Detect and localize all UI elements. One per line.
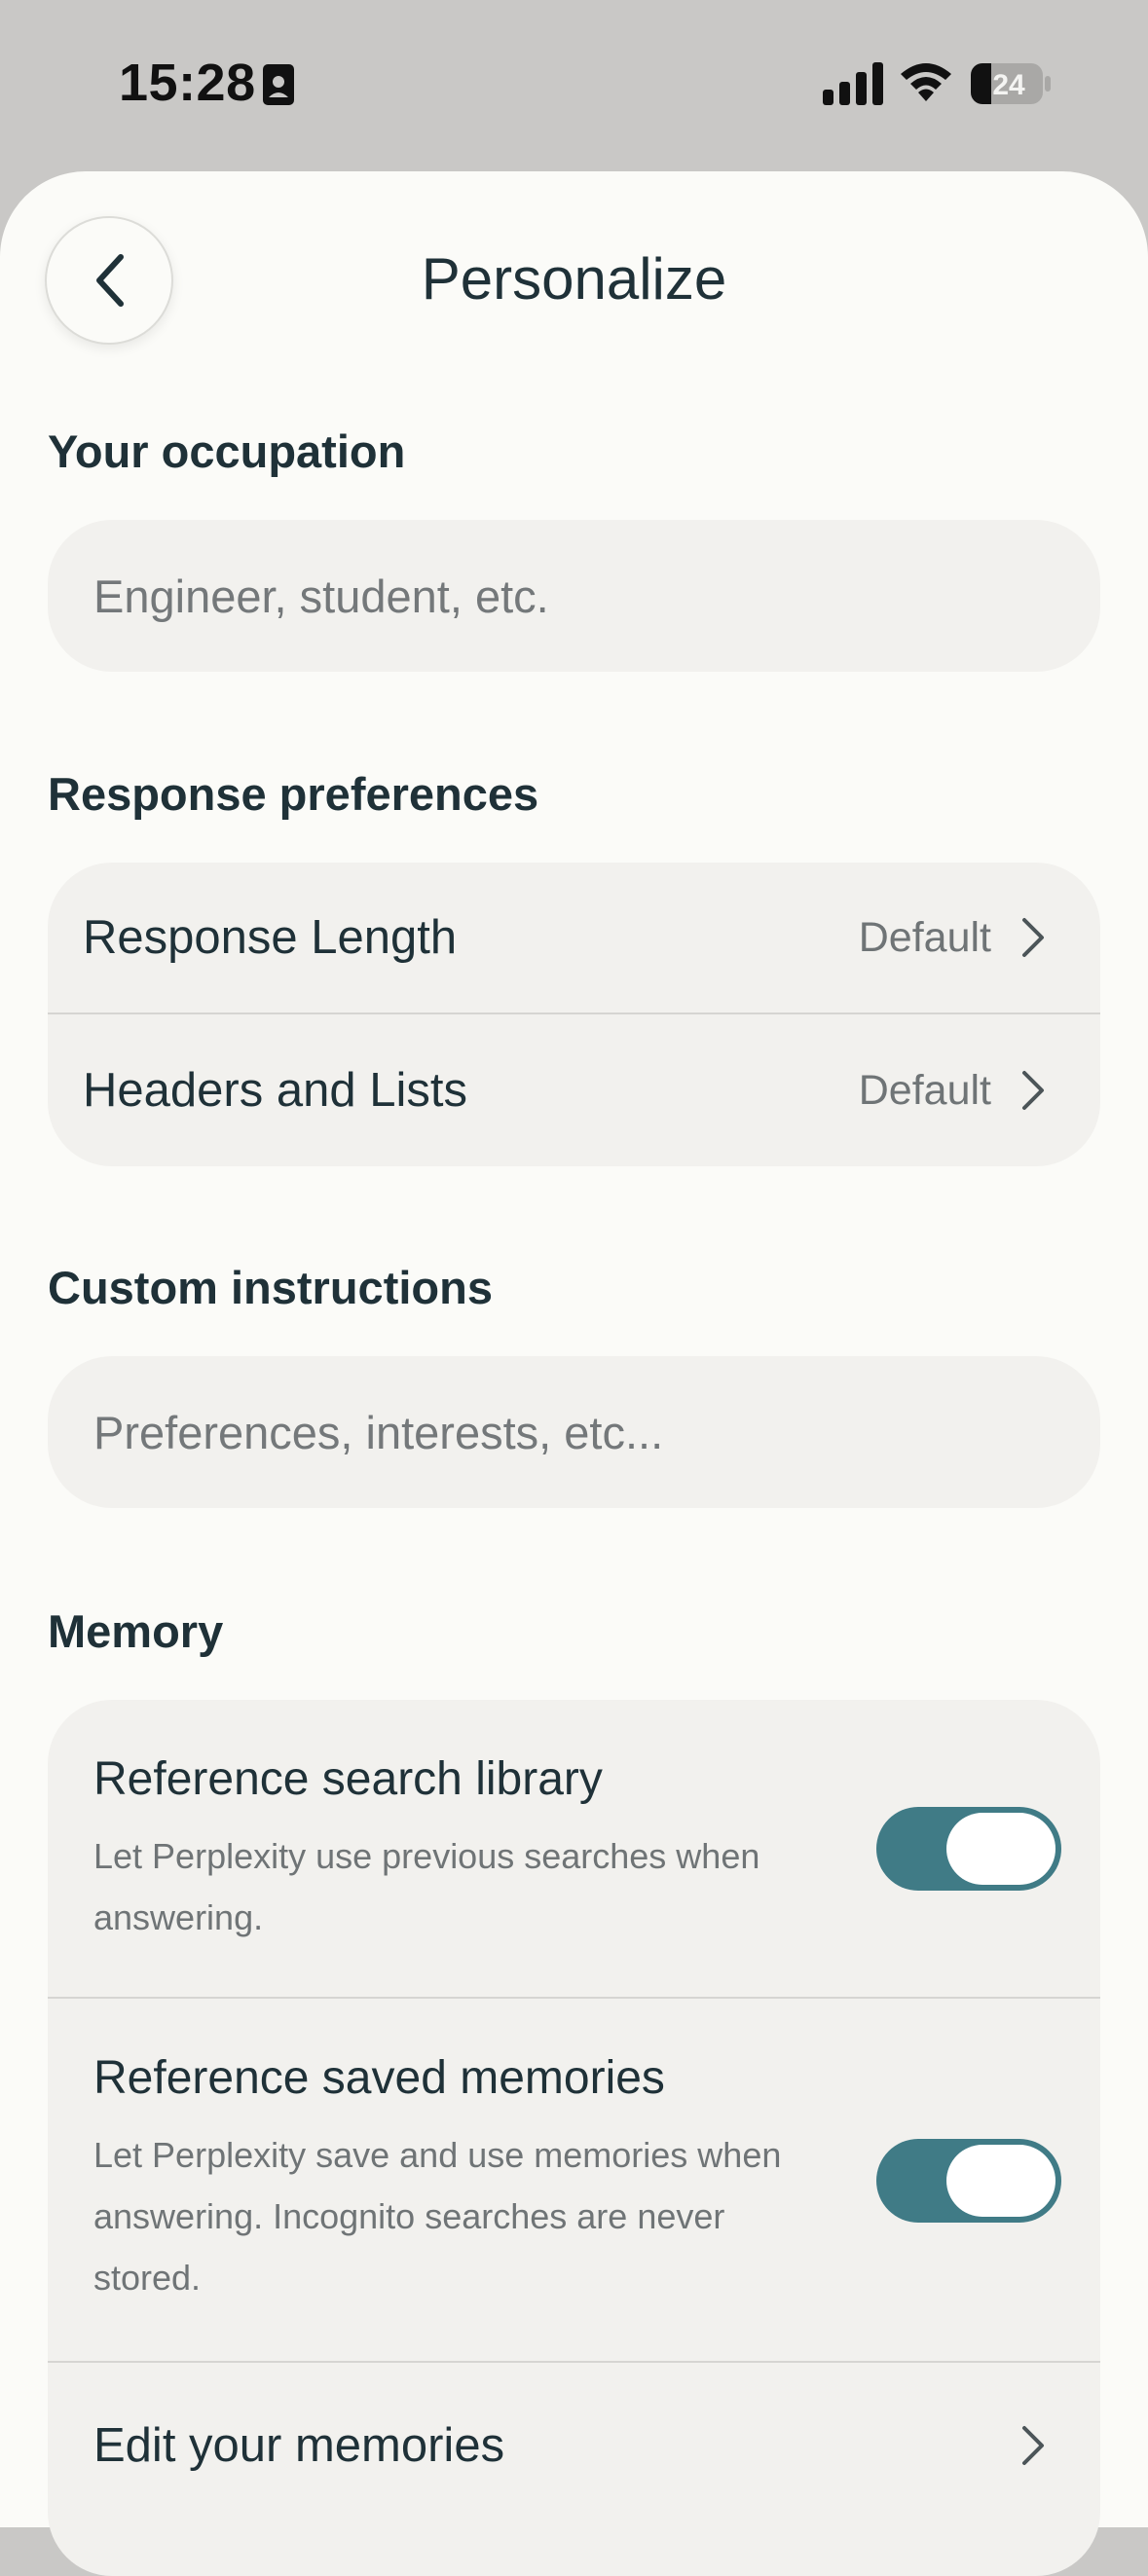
toggle-knob bbox=[946, 1813, 1055, 1885]
reference-search-library-toggle[interactable] bbox=[876, 1807, 1061, 1891]
headers-and-lists-value: Default bbox=[858, 1066, 991, 1114]
occupation-placeholder: Engineer, student, etc. bbox=[93, 570, 549, 622]
headers-and-lists-label: Headers and Lists bbox=[83, 1064, 467, 1117]
occupation-label: Your occupation bbox=[48, 425, 406, 477]
headers-and-lists-row[interactable]: Headers and Lists Default bbox=[48, 1014, 1100, 1166]
reference-search-library-description: Let Perplexity use previous searches whe… bbox=[93, 1836, 760, 1937]
reference-search-library-row: Reference search library Let Perplexity … bbox=[48, 1700, 1100, 1999]
custom-instructions-placeholder: Preferences, interests, etc... bbox=[93, 1406, 664, 1458]
status-time: 15:28 bbox=[119, 54, 256, 112]
cellular-signal-icon bbox=[823, 62, 883, 105]
reference-saved-memories-row: Reference saved memories Let Perplexity … bbox=[48, 1999, 1100, 2363]
chevron-right-icon bbox=[1022, 1071, 1044, 1110]
edit-memories-label: Edit your memories bbox=[93, 2419, 505, 2472]
custom-instructions-label: Custom instructions bbox=[48, 1262, 493, 1313]
chevron-right-icon bbox=[1022, 2426, 1044, 2465]
occupation-input[interactable]: Engineer, student, etc. bbox=[48, 520, 1100, 672]
custom-instructions-input[interactable]: Preferences, interests, etc... bbox=[48, 1356, 1100, 1508]
response-length-label: Response Length bbox=[83, 911, 458, 964]
status-bar: 15:28 24 bbox=[0, 0, 1148, 171]
toggle-knob bbox=[946, 2145, 1055, 2217]
contact-card-icon bbox=[263, 64, 294, 105]
memory-label: Memory bbox=[48, 1605, 224, 1657]
battery-icon: 24 bbox=[971, 63, 1051, 104]
response-preferences-card: Response Length Default Headers and List… bbox=[48, 863, 1100, 1166]
reference-saved-memories-description: Let Perplexity save and use memories whe… bbox=[93, 2135, 782, 2298]
response-length-value: Default bbox=[858, 913, 991, 961]
response-preferences-label: Response preferences bbox=[48, 768, 539, 820]
reference-search-library-title: Reference search library bbox=[93, 1753, 603, 1805]
page-title: Personalize bbox=[421, 246, 727, 312]
response-length-row[interactable]: Response Length Default bbox=[48, 863, 1100, 1014]
reference-saved-memories-toggle[interactable] bbox=[876, 2139, 1061, 2223]
edit-memories-row[interactable]: Edit your memories bbox=[48, 2363, 1100, 2528]
chevron-right-icon bbox=[1022, 918, 1044, 957]
memory-card: Reference search library Let Perplexity … bbox=[48, 1700, 1100, 2576]
wifi-icon bbox=[901, 63, 951, 101]
reference-saved-memories-title: Reference saved memories bbox=[93, 2052, 665, 2104]
battery-level: 24 bbox=[992, 69, 1025, 101]
